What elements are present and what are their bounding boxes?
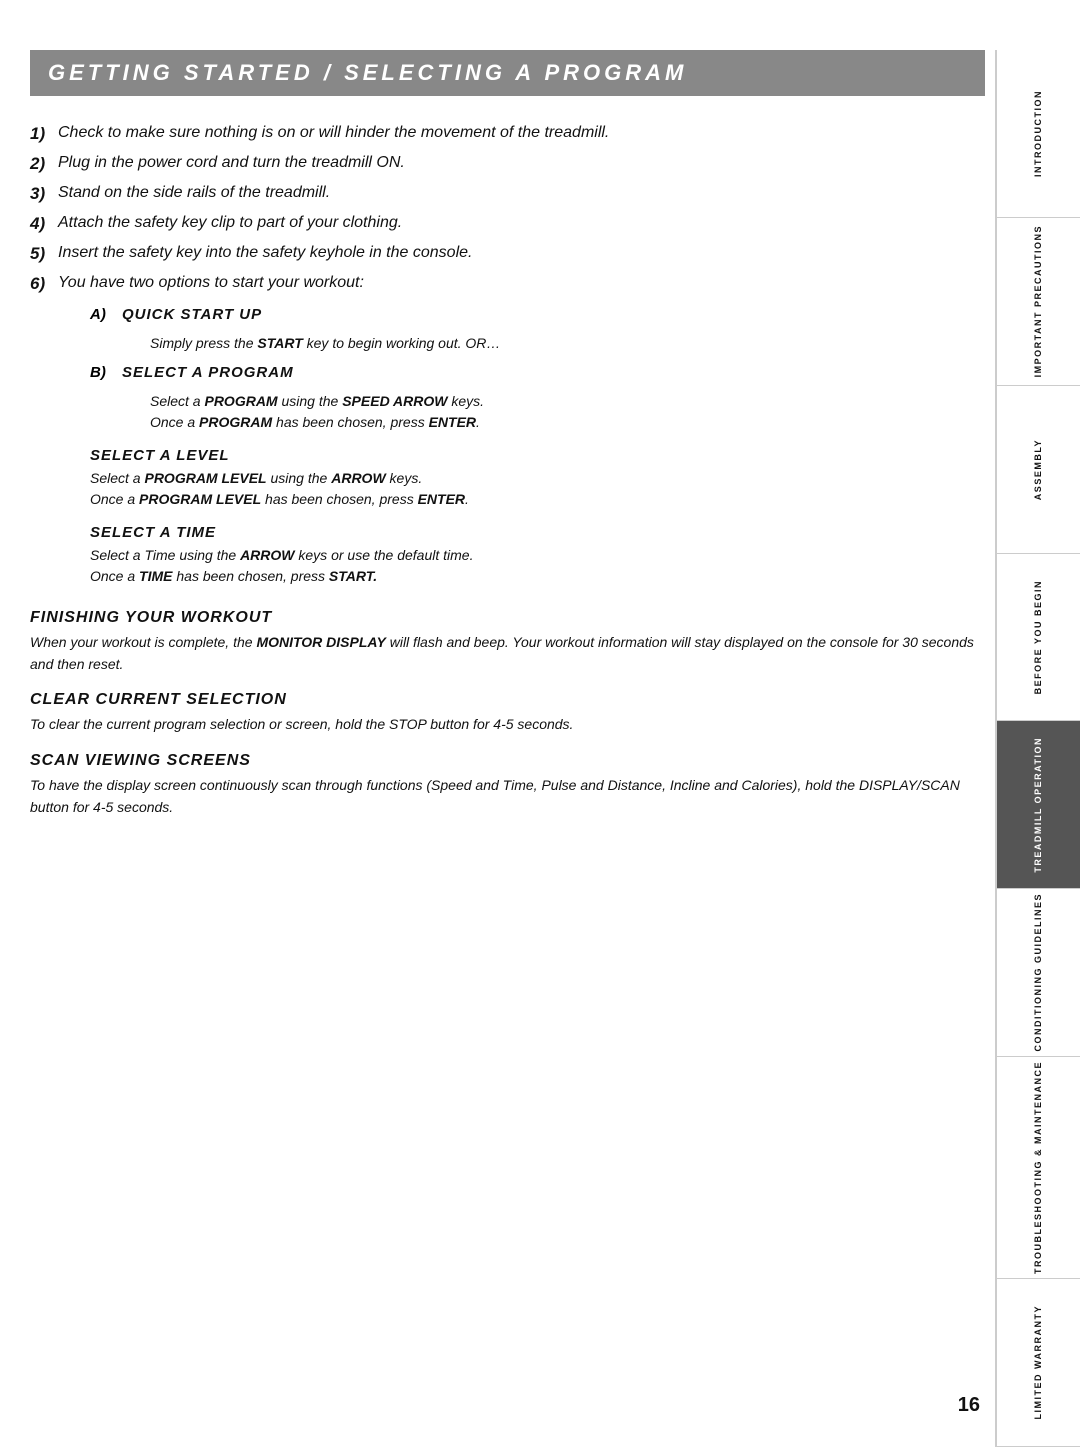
finishing-heading: FINISHING YOUR WORKOUT <box>30 609 985 627</box>
sub-option-a-heading-row: A) QUICK START UP <box>90 306 985 327</box>
sidebar-item-operation[interactable]: TREADMILL OPERATION <box>997 721 1080 889</box>
select-time-body: Select a Time using the ARROW keys or us… <box>90 545 985 587</box>
numbered-steps: 1) Check to make sure nothing is on or w… <box>30 124 985 294</box>
sidebar-label-assembly: ASSEMBLY <box>1033 439 1044 500</box>
step-3-text: Stand on the side rails of the treadmill… <box>58 184 985 202</box>
sidebar-item-before-you-begin[interactable]: BEFORE YOU BEGIN <box>997 554 1080 722</box>
sidebar-label-introduction: INTRODUCTION <box>1033 90 1044 177</box>
page-title: GETTING STARTED / SELECTING A PROGRAM <box>48 60 967 86</box>
step-4-text: Attach the safety key clip to part of yo… <box>58 214 985 232</box>
step-4: 4) Attach the safety key clip to part of… <box>30 214 985 234</box>
step-1-text: Check to make sure nothing is on or will… <box>58 124 985 142</box>
finishing-section: FINISHING YOUR WORKOUT When your workout… <box>30 609 985 675</box>
scan-heading: SCAN VIEWING SCREENS <box>30 752 985 770</box>
select-level-heading: SELECT A LEVEL <box>90 447 985 464</box>
sidebar-label-conditioning: CONDITIONING GUIDELINES <box>1033 893 1044 1052</box>
clear-body: To clear the current program selection o… <box>30 714 985 736</box>
select-level-section: SELECT A LEVEL Select a PROGRAM LEVEL us… <box>90 447 985 510</box>
main-content: GETTING STARTED / SELECTING A PROGRAM 1)… <box>30 50 985 894</box>
clear-section: CLEAR CURRENT SELECTION To clear the cur… <box>30 691 985 736</box>
finishing-body: When your workout is complete, the MONIT… <box>30 632 985 675</box>
step-5-text: Insert the safety key into the safety ke… <box>58 244 985 262</box>
sidebar-item-warranty[interactable]: LIMITED WARRANTY <box>997 1279 1080 1447</box>
page-title-bar: GETTING STARTED / SELECTING A PROGRAM <box>30 50 985 96</box>
sidebar-label-operation: TREADMILL OPERATION <box>1033 737 1044 873</box>
sub-option-a: A) QUICK START UP Simply press the START… <box>90 306 985 354</box>
sidebar-item-introduction[interactable]: INTRODUCTION <box>997 50 1080 218</box>
step-3: 3) Stand on the side rails of the treadm… <box>30 184 985 204</box>
sub-option-b: B) SELECT A PROGRAM Select a PROGRAM usi… <box>90 364 985 433</box>
step-6: 6) You have two options to start your wo… <box>30 274 985 294</box>
sidebar: INTRODUCTION IMPORTANT PRECAUTIONS ASSEM… <box>995 50 1080 1447</box>
sidebar-label-warranty: LIMITED WARRANTY <box>1033 1305 1044 1420</box>
sidebar-label-before-you-begin: BEFORE YOU BEGIN <box>1033 580 1044 694</box>
sidebar-label-troubleshooting: TROUBLESHOOTING & MAINTENANCE <box>1033 1061 1044 1274</box>
step-2-text: Plug in the power cord and turn the trea… <box>58 154 985 172</box>
step-2: 2) Plug in the power cord and turn the t… <box>30 154 985 174</box>
sidebar-item-conditioning[interactable]: CONDITIONING GUIDELINES <box>997 889 1080 1057</box>
select-time-heading: SELECT A TIME <box>90 524 985 541</box>
select-level-body: Select a PROGRAM LEVEL using the ARROW k… <box>90 468 985 510</box>
sidebar-item-precautions[interactable]: IMPORTANT PRECAUTIONS <box>997 218 1080 386</box>
sub-option-b-heading-row: B) SELECT A PROGRAM <box>90 364 985 385</box>
clear-heading: CLEAR CURRENT SELECTION <box>30 691 985 709</box>
page-number: 16 <box>958 1394 980 1417</box>
step-6-text: You have two options to start your worko… <box>58 274 985 292</box>
step-1: 1) Check to make sure nothing is on or w… <box>30 124 985 144</box>
step-5: 5) Insert the safety key into the safety… <box>30 244 985 264</box>
scan-body: To have the display screen continuously … <box>30 775 985 818</box>
sidebar-item-troubleshooting[interactable]: TROUBLESHOOTING & MAINTENANCE <box>997 1057 1080 1279</box>
sidebar-item-assembly[interactable]: ASSEMBLY <box>997 386 1080 554</box>
sub-option-b-body: Select a PROGRAM using the SPEED ARROW k… <box>150 391 985 433</box>
sidebar-label-precautions: IMPORTANT PRECAUTIONS <box>1033 225 1044 377</box>
select-time-section: SELECT A TIME Select a Time using the AR… <box>90 524 985 587</box>
sub-option-a-body: Simply press the START key to begin work… <box>150 333 985 354</box>
scan-section: SCAN VIEWING SCREENS To have the display… <box>30 752 985 818</box>
